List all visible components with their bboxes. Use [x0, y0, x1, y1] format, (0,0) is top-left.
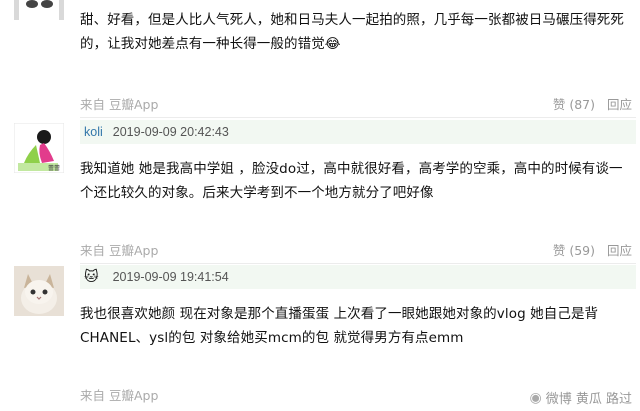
comment-source: 来自 豆瓣App [80, 97, 159, 112]
divider [80, 263, 636, 264]
comment-meta: koli 2019-09-09 20:42:43 [84, 121, 229, 143]
watermark-text: 微博 黄瓜 路过 [545, 392, 632, 407]
avatar-comment-3[interactable] [14, 266, 64, 316]
comment-timestamp: 2019-09-09 20:42:43 [112, 125, 229, 139]
avatar-image-anime [14, 0, 64, 20]
avatar-image-cat [14, 266, 64, 316]
comment-actions: 赞 (87) 回应 [553, 94, 632, 113]
divider [80, 117, 636, 118]
comment-text: 我知道她 她是我高中学姐 ，脸没do过，高中就很好看，高考学的空乘，高中的时候有… [80, 161, 623, 201]
username-link[interactable]: koli [84, 125, 103, 139]
avatar-caption: 蕾蕾 [48, 164, 60, 172]
comment-source: 来自 豆瓣App [80, 243, 159, 258]
comment-source: 来自 豆瓣App [80, 388, 159, 403]
comment-footer: 来自 豆瓣App 赞 (87) 回应 [80, 94, 636, 114]
weibo-logo-icon: ◉ [529, 389, 542, 406]
comment-timestamp: 2019-09-09 19:41:54 [112, 270, 229, 284]
like-button[interactable]: 赞 (87) [553, 94, 595, 113]
comment-footer: 来自 豆瓣App 赞 (59) 回应 [80, 240, 636, 260]
like-button[interactable]: 赞 (59) [553, 240, 595, 259]
user-badge-icon[interactable]: 🐱 [84, 270, 99, 284]
watermark: ◉ 微博 黄瓜 路过 [529, 388, 632, 408]
avatar-image-girl: 蕾蕾 [14, 123, 64, 173]
comment-actions: 赞 (59) 回应 [553, 240, 632, 259]
comment-meta: 🐱 2019-09-09 19:41:54 [84, 266, 229, 288]
reply-button[interactable]: 回应 [607, 240, 632, 259]
reply-button[interactable]: 回应 [607, 94, 632, 113]
comment-text: 我也很喜欢她颜 现在对象是那个直播蛋蛋 上次看了一眼她跟她对象的vlog 她自己… [80, 306, 599, 346]
avatar-comment-2[interactable]: 蕾蕾 [14, 123, 64, 173]
avatar-comment-1[interactable] [14, 0, 64, 20]
comment-text: 甜、好看，但是人比人气死人，她和日马夫人一起拍的照，几乎每一张都被日马碾压得死死… [80, 12, 624, 52]
